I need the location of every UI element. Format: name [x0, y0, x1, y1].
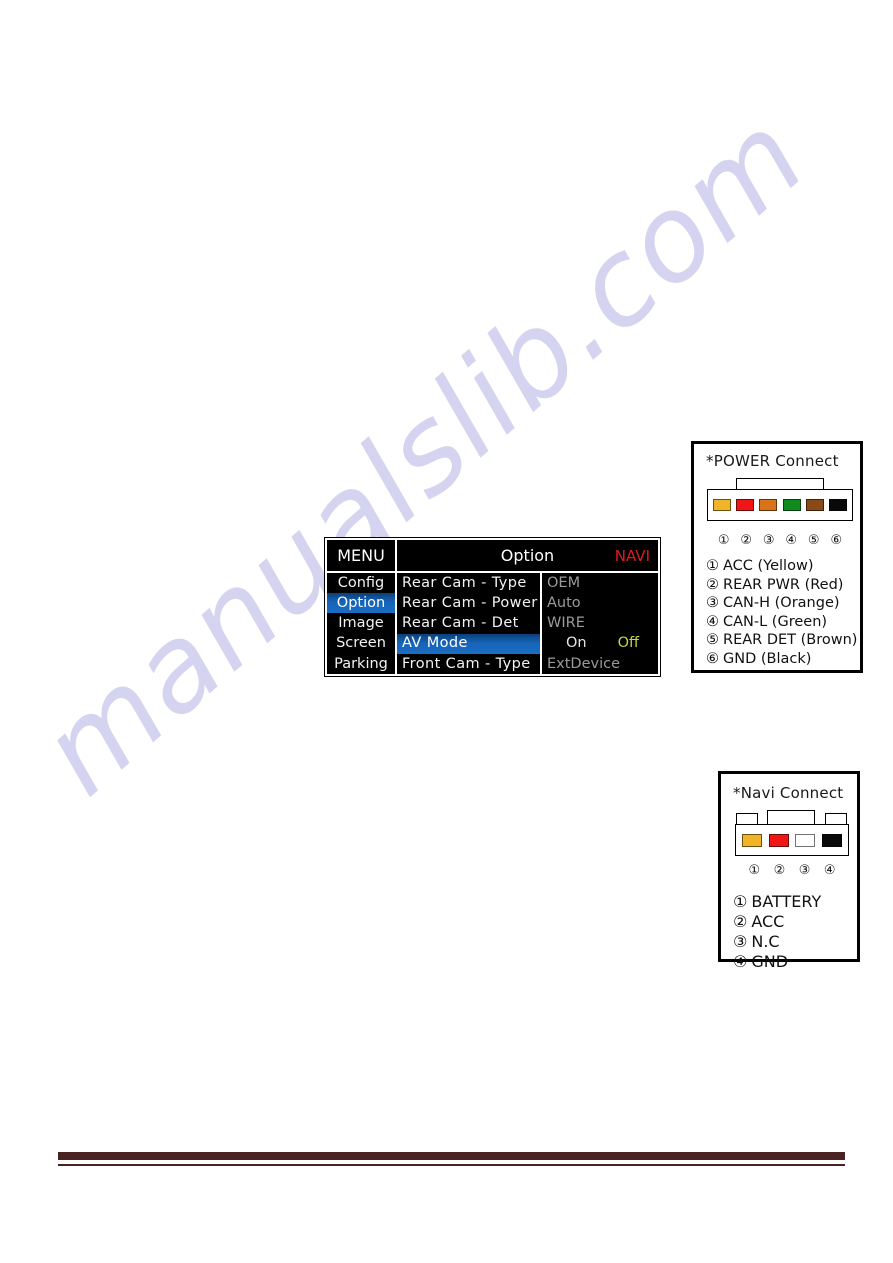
navi-pin-number-2: ②	[773, 863, 786, 878]
footer-rule-thick	[58, 1152, 845, 1160]
osd-category-option[interactable]: Option	[327, 593, 395, 614]
osd-value-column: OEM Auto WIRE On Off ExtDevice	[542, 573, 658, 674]
navi-pin-number-4: ④	[823, 863, 836, 878]
legend-num: ③	[706, 595, 719, 611]
power-pin-number-3: ③	[762, 533, 775, 548]
power-pin-number-5: ⑤	[807, 533, 820, 548]
legend-num: ⑤	[706, 632, 719, 648]
navi-pin-1	[742, 833, 763, 847]
legend-text: REAR PWR (Red)	[723, 576, 844, 593]
power-connector-housing	[707, 489, 853, 521]
legend-text: ACC	[751, 912, 785, 931]
osd-mode-badge: NAVI	[614, 546, 650, 565]
list-item: ④ CAN-L (Green)	[706, 613, 850, 632]
power-pin-6	[828, 499, 847, 511]
legend-num: ④	[733, 952, 748, 971]
osd-value-oem[interactable]: OEM	[542, 573, 658, 593]
power-pin-numbers: ① ② ③ ④ ⑤ ⑥	[707, 533, 853, 548]
list-item: ④ GND	[733, 952, 849, 972]
osd-value-auto[interactable]: Auto	[542, 593, 658, 613]
footer-rule-thin	[58, 1164, 845, 1166]
legend-num: ③	[733, 932, 748, 951]
power-pin-number-2: ②	[740, 533, 753, 548]
list-item: ① ACC (Yellow)	[706, 557, 850, 576]
legend-num: ④	[706, 613, 719, 630]
legend-num: ①	[733, 892, 748, 911]
navi-connector-housing	[735, 824, 849, 856]
power-pin-number-4: ④	[785, 533, 798, 548]
osd-setting-rear-cam-det[interactable]: Rear Cam - Det	[397, 613, 540, 633]
osd-setting-rear-cam-type[interactable]: Rear Cam - Type	[397, 573, 540, 593]
navi-connect-diagram: *Navi Connect ① ② ③ ④ ① BATTERY ② ACC ③ N.C…	[718, 771, 860, 971]
legend-num: ①	[706, 558, 719, 574]
osd-menu-screenshot: MENU Option NAVI Config Option Image Scr…	[325, 538, 660, 676]
osd-title: Option NAVI	[397, 540, 658, 571]
navi-pin-4	[821, 833, 842, 847]
navi-pin-number-1: ①	[748, 863, 761, 878]
legend-text: GND	[751, 952, 789, 971]
list-item: ③ N.C	[733, 932, 849, 952]
osd-menu-label[interactable]: MENU	[327, 540, 397, 571]
list-item: ③ CAN-H (Orange)	[706, 594, 850, 613]
power-pin-4	[782, 499, 801, 511]
list-item: ② ACC	[733, 912, 849, 932]
osd-category-screen[interactable]: Screen	[327, 634, 395, 654]
osd-value-av-mode-toggle: On Off	[542, 634, 658, 654]
legend-text: REAR DET (Brown)	[723, 632, 858, 648]
navi-connector-drawing	[735, 810, 849, 862]
legend-text: N.C	[751, 932, 780, 951]
legend-text: CAN-H (Orange)	[723, 595, 840, 611]
osd-body: Config Option Image Screen Parking Rear …	[327, 573, 658, 674]
osd-category-parking[interactable]: Parking	[327, 654, 395, 674]
navi-connect-title: *Navi Connect	[733, 784, 844, 802]
osd-value-extdevice[interactable]: ExtDevice	[542, 654, 658, 674]
power-connect-diagram: *POWER Connect ① ② ③ ④ ⑤ ⑥ ① ACC (Yellow)…	[691, 441, 863, 673]
legend-num: ⑥	[706, 650, 719, 667]
osd-setting-column: Rear Cam - Type Rear Cam - Power Rear Ca…	[397, 573, 542, 674]
list-item: ① BATTERY	[733, 892, 849, 912]
navi-pin-3	[795, 833, 816, 847]
osd-category-column: Config Option Image Screen Parking	[327, 573, 397, 674]
legend-text: BATTERY	[751, 892, 822, 911]
power-pin-5	[805, 499, 824, 511]
power-pin-number-6: ⑥	[830, 533, 843, 548]
legend-num: ②	[733, 912, 748, 931]
osd-category-image[interactable]: Image	[327, 613, 395, 633]
osd-setting-front-cam-type[interactable]: Front Cam - Type	[397, 654, 540, 674]
osd-header: MENU Option NAVI	[327, 540, 658, 573]
list-item: ⑥ GND (Black)	[706, 650, 850, 669]
legend-text: GND (Black)	[723, 650, 812, 667]
legend-num: ②	[706, 576, 719, 593]
legend-text: ACC (Yellow)	[723, 558, 814, 574]
osd-value-off[interactable]: Off	[618, 636, 639, 651]
osd-value-on[interactable]: On	[566, 636, 587, 651]
power-pin-number-1: ①	[717, 533, 730, 548]
navi-pin-2	[768, 833, 789, 847]
power-pin-1	[713, 499, 732, 511]
legend-text: CAN-L (Green)	[723, 613, 828, 630]
power-pin-3	[759, 499, 778, 511]
osd-category-config[interactable]: Config	[327, 573, 395, 593]
power-connect-title: *POWER Connect	[706, 452, 839, 470]
list-item: ⑤ REAR DET (Brown)	[706, 631, 857, 650]
list-item: ② REAR PWR (Red)	[706, 576, 850, 595]
navi-pin-legend: ① BATTERY ② ACC ③ N.C ④ GND	[733, 892, 849, 972]
connector-notch-center	[767, 810, 815, 825]
power-pin-2	[736, 499, 755, 511]
power-pin-legend: ① ACC (Yellow) ② REAR PWR (Red) ③ CAN-H (Or…	[706, 557, 857, 669]
navi-pin-number-3: ③	[798, 863, 811, 878]
power-connector-drawing	[707, 478, 853, 532]
osd-setting-rear-cam-power[interactable]: Rear Cam - Power	[397, 593, 540, 613]
osd-setting-av-mode[interactable]: AV Mode	[397, 633, 540, 654]
navi-pin-numbers: ① ② ③ ④	[735, 863, 849, 878]
osd-title-text: Option	[500, 546, 555, 565]
osd-value-wire[interactable]: WIRE	[542, 613, 658, 633]
